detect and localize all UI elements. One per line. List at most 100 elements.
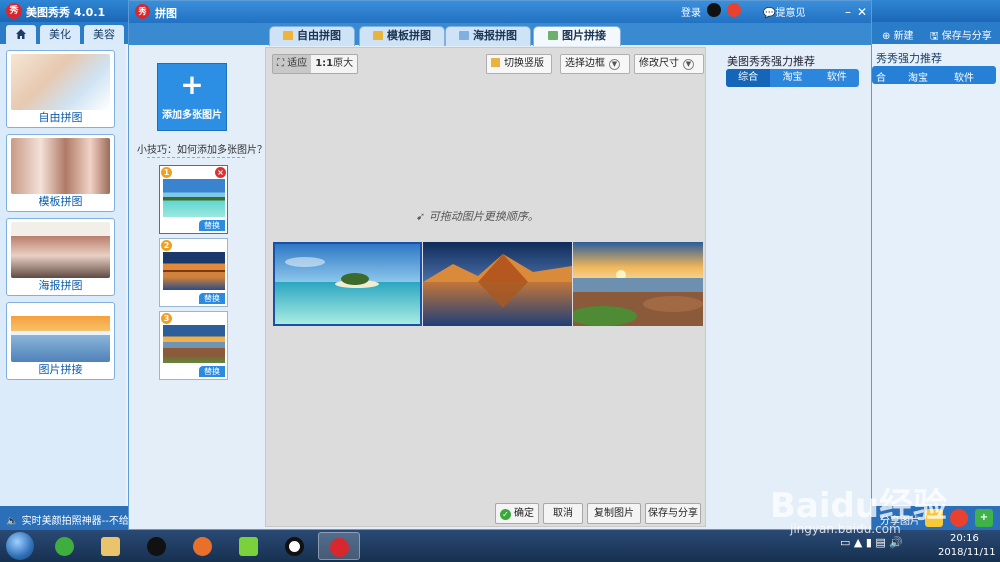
tab-free-collage[interactable]: 自由拼图 <box>269 26 355 46</box>
thumbnail-image <box>163 179 225 217</box>
record-icon <box>285 537 304 556</box>
meitu-icon <box>330 538 349 557</box>
new-label: 新建 <box>893 31 914 42</box>
taskbar-app-explorer[interactable] <box>90 532 132 560</box>
add-share-icon[interactable]: + <box>975 509 993 527</box>
taskbar-app-qq[interactable] <box>136 532 178 560</box>
segment-item[interactable]: 软件 <box>954 69 974 84</box>
template-label: 图片拼接 <box>38 363 83 376</box>
meitu-logo-icon: 秀 <box>135 4 150 19</box>
qq-icon[interactable] <box>707 3 721 17</box>
new-button[interactable]: ⊕ 新建 <box>882 27 914 42</box>
weibo-icon[interactable] <box>950 509 968 527</box>
status-ticker[interactable]: 🔈 实时美颜拍照神器--不给图 <box>6 512 139 527</box>
confirm-button[interactable]: ✓ 确定 <box>495 503 539 524</box>
save-share-button[interactable]: 保存与分享 <box>645 503 701 524</box>
template-free-collage[interactable]: 自由拼图 <box>6 50 115 128</box>
speaker-icon: 🔈 <box>6 516 22 527</box>
recommend-segments: 综合 淘宝 软件 <box>726 69 859 87</box>
resize-dropdown[interactable]: 修改尺寸 ▼ <box>634 54 704 74</box>
image-thumbnail-1[interactable]: 1 × 替换 <box>159 165 228 234</box>
template-thumbnail <box>11 54 110 110</box>
clock-date[interactable]: 2018/11/11 <box>938 547 996 558</box>
weibo-icon[interactable] <box>727 3 741 17</box>
remove-icon[interactable]: × <box>215 167 226 178</box>
stitched-image-mountain[interactable] <box>423 242 572 326</box>
thumbnail-image <box>163 252 225 290</box>
tab-label: 自由拼图 <box>297 29 341 42</box>
template-label: 模板拼图 <box>38 195 83 208</box>
collage-dialog: 秀 拼图 登录 💬提意见 – ✕ 自由拼图 模板拼图 海报拼图 图片拼接 + 添… <box>128 0 872 530</box>
tab-template-collage[interactable]: 模板拼图 <box>359 26 445 46</box>
tip-link[interactable]: 小技巧：如何添加多张图片？ <box>137 141 267 156</box>
tab-poster-collage[interactable]: 海报拼图 <box>445 26 531 46</box>
home-tab[interactable] <box>6 25 36 44</box>
taskbar-app-browser[interactable] <box>44 532 86 560</box>
zoom-actual-label: 原大 <box>333 58 354 69</box>
player-icon <box>239 537 258 556</box>
free-collage-icon <box>283 31 293 40</box>
system-tray[interactable]: ▭ ▲ ▮ ▤ 🔊 <box>840 536 903 549</box>
tab-label: 图片拼接 <box>562 29 606 42</box>
feedback-link[interactable]: 💬提意见 <box>763 4 805 19</box>
copy-image-button[interactable]: 复制图片 <box>587 503 641 524</box>
zoom-actual-button[interactable]: 1:1原大 <box>311 55 357 73</box>
template-layout-collage[interactable]: 模板拼图 <box>6 134 115 212</box>
replace-button[interactable]: 替换 <box>199 366 225 377</box>
main-tabs-row: 美化 美容 <box>0 22 130 44</box>
thumbnail-number: 3 <box>161 313 172 324</box>
start-button[interactable] <box>6 532 34 560</box>
qq-icon <box>147 537 166 556</box>
home-icon <box>16 29 26 39</box>
template-label: 海报拼图 <box>38 279 83 292</box>
meitu-logo-icon: 秀 <box>6 3 22 19</box>
plus-icon: + <box>180 68 204 101</box>
clock-time[interactable]: 20:16 <box>950 533 979 544</box>
thumbnail-number: 1 <box>161 167 172 178</box>
template-poster-collage[interactable]: 海报拼图 <box>6 218 115 296</box>
select-border-dropdown[interactable]: 选择边框 ▼ <box>560 54 630 74</box>
poster-collage-icon <box>459 31 469 40</box>
close-button[interactable]: ✕ <box>853 3 871 21</box>
taskbar-app-meitu[interactable] <box>318 532 360 560</box>
taskbar-app-recorder[interactable] <box>274 532 316 560</box>
image-thumbnail-3[interactable]: 3 替换 <box>159 311 228 380</box>
stitched-image-sunset[interactable] <box>569 242 703 326</box>
login-link[interactable]: 登录 <box>681 4 701 19</box>
main-app-title: 美图秀秀 4.0.1 <box>26 6 106 19</box>
template-collage-icon <box>373 31 383 40</box>
segment-general[interactable]: 综合 <box>726 69 771 87</box>
replace-button[interactable]: 替换 <box>199 220 225 231</box>
add-multiple-images-button[interactable]: + 添加多张图片 <box>157 63 227 131</box>
border-label: 选择边框 <box>565 58 605 69</box>
taskbar-app-player[interactable] <box>228 532 270 560</box>
template-panel: 自由拼图 模板拼图 海报拼图 图片拼接 <box>0 44 126 506</box>
add-button-label: 添加多张图片 <box>162 110 222 121</box>
dialog-title-bar: 秀 拼图 登录 💬提意见 – ✕ <box>129 1 871 23</box>
stitch-canvas: ⛶ 适应 1:1原大 切换竖版 选择边框 ▼ 修改尺寸 ▼ ➹ 可拖动图片更换顺序。 <box>265 47 706 527</box>
zoom-fit-button[interactable]: ⛶ 适应 <box>273 55 312 73</box>
tab-face[interactable]: 美容 <box>84 25 124 44</box>
taskbar-app-firefox[interactable] <box>182 532 224 560</box>
tab-label: 海报拼图 <box>473 29 517 42</box>
zoom-ratio-label: 1:1 <box>315 58 334 69</box>
fit-icon: ⛶ <box>277 58 288 69</box>
segment-item[interactable]: 淘宝 <box>908 69 928 84</box>
template-thumbnail <box>11 222 110 278</box>
image-thumbnail-2[interactable]: 2 替换 <box>159 238 228 307</box>
tab-beautify[interactable]: 美化 <box>40 25 80 44</box>
thumbnail-image <box>163 325 225 363</box>
segment-software[interactable]: 软件 <box>815 69 859 87</box>
stitched-image-island[interactable] <box>273 242 422 326</box>
tab-image-stitch[interactable]: 图片拼接 <box>533 26 621 46</box>
firefox-icon <box>193 537 212 556</box>
template-thumbnail <box>11 306 110 362</box>
toggle-vertical-button[interactable]: 切换竖版 <box>486 54 552 74</box>
main-save-share-button[interactable]: 🖫 保存与分享 <box>930 27 992 46</box>
template-image-stitch[interactable]: 图片拼接 <box>6 302 115 380</box>
segment-taobao[interactable]: 淘宝 <box>770 69 814 87</box>
main-recommend-segments: 合 淘宝 软件 <box>872 66 996 84</box>
cancel-button[interactable]: 取消 <box>543 503 583 524</box>
replace-button[interactable]: 替换 <box>199 293 225 304</box>
segment-item[interactable]: 合 <box>876 69 886 84</box>
